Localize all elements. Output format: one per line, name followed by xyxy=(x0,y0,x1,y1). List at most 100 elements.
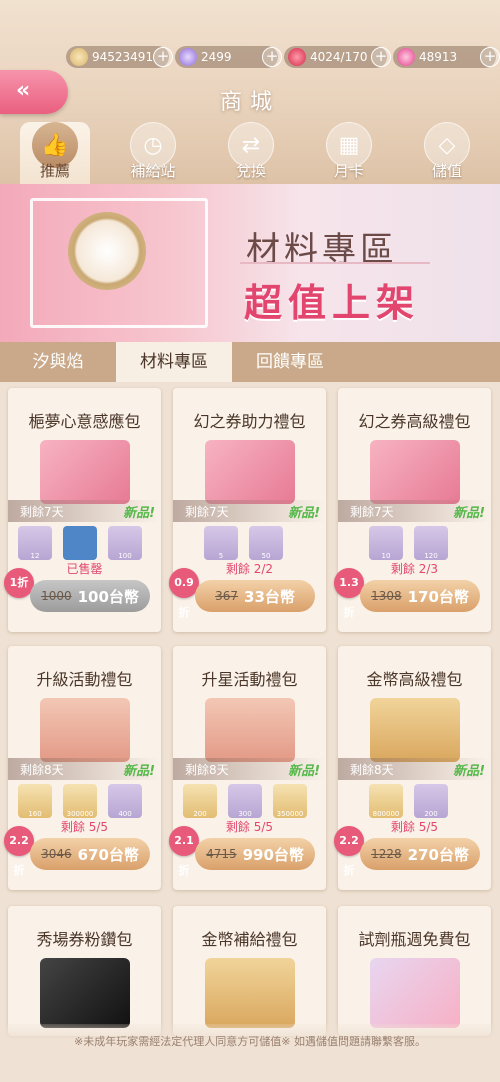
add-coin-button[interactable]: + xyxy=(153,47,173,67)
footer-notice: ※未成年玩家需經法定代理人同意方可儲值※ 如遇儲值問題請聯繫客服。 xyxy=(0,1024,500,1082)
old-price: 1000 xyxy=(41,589,72,603)
header: 94523491 + 2499 + 4024/170 + 48913 + « 商… xyxy=(0,0,500,185)
main-tabs: 👍 推薦 ◷ 補給站 ⇄ 兌換 ▦ 月卡 ◇ 儲值 xyxy=(0,122,500,184)
item-list: 200 300 350000 xyxy=(183,784,323,820)
clock-key-illustration-icon xyxy=(68,212,146,290)
tab-recommend[interactable]: 👍 推薦 xyxy=(20,122,90,184)
card-pack-image xyxy=(40,958,130,1028)
tab-topup[interactable]: ◇ 儲值 xyxy=(412,122,482,184)
sub-tabs: 汐與焰 材料專區 回饋專區 xyxy=(0,342,500,382)
product-name: 梔夢心意感應包 xyxy=(28,412,141,431)
remaining-days: 剩餘8天 xyxy=(20,763,64,777)
item-qty: 200 xyxy=(193,810,207,818)
resource-coin-value: 94523491 xyxy=(92,50,154,64)
add-heart-button[interactable]: + xyxy=(371,47,391,67)
remaining-strip: 剩餘8天 新品! xyxy=(338,758,491,780)
price: 170台幣 xyxy=(407,587,469,606)
tab-topup-label: 儲值 xyxy=(431,162,462,180)
resource-gem: 2499 + xyxy=(175,46,282,68)
ticket-item-icon[interactable]: 12 xyxy=(18,526,52,560)
tab-supply[interactable]: ◷ 補給站 xyxy=(118,122,188,184)
product-name: 秀場券粉鑽包 xyxy=(36,930,133,949)
material-item-icon[interactable]: 300 xyxy=(228,784,262,818)
resource-diamond-value: 48913 xyxy=(419,50,458,64)
gold-box-image xyxy=(370,698,460,762)
gold-coin-item-icon[interactable]: 300000 xyxy=(63,784,97,818)
price-button[interactable]: 1308 170台幣 xyxy=(360,580,480,612)
ticket-item-icon[interactable]: 5 xyxy=(204,526,238,560)
product-card[interactable]: 秀場券粉鑽包 xyxy=(8,906,161,1036)
product-card[interactable]: 升級活動禮包 剩餘8天 新品! 160 300000 400 剩餘 5/5 2.… xyxy=(4,646,161,890)
add-gem-button[interactable]: + xyxy=(262,47,282,67)
product-name: 升級活動禮包 xyxy=(36,670,133,689)
diamond-item-icon[interactable]: 200 xyxy=(414,784,448,818)
heart-icon xyxy=(288,48,306,66)
tab-exchange[interactable]: ⇄ 兌換 xyxy=(216,122,286,184)
item-list: 800000 200 xyxy=(369,784,500,820)
price-button[interactable]: 4715 990台幣 xyxy=(195,838,315,870)
new-badge: 新品! xyxy=(453,506,485,521)
gift-box-image xyxy=(40,698,130,762)
product-card[interactable]: 金幣高級禮包 剩餘8天 新品! 800000 200 剩餘 5/5 2.2折 1… xyxy=(334,646,491,890)
subtab-rewards[interactable]: 回饋專區 xyxy=(232,342,348,382)
gold-coin-item-icon[interactable]: 800000 xyxy=(369,784,403,818)
resource-diamond: 48913 + xyxy=(393,46,500,68)
product-name: 升星活動禮包 xyxy=(201,670,298,689)
resource-bar: 94523491 + 2499 + 4024/170 + 48913 + xyxy=(66,46,500,70)
diamond-item-icon[interactable]: 400 xyxy=(108,784,142,818)
item-list: 160 300000 400 xyxy=(18,784,158,820)
old-price: 1308 xyxy=(371,589,402,603)
tab-monthly-card[interactable]: ▦ 月卡 xyxy=(314,122,384,184)
add-diamond-button[interactable]: + xyxy=(480,47,500,67)
remaining-strip: 剩餘7天 新品! xyxy=(173,500,326,522)
price-button[interactable]: 367 33台幣 xyxy=(195,580,315,612)
price-button[interactable]: 1000 100台幣 xyxy=(30,580,150,612)
product-card[interactable]: 升星活動禮包 剩餘8天 新品! 200 300 350000 剩餘 5/5 2.… xyxy=(169,646,326,890)
new-badge: 新品! xyxy=(288,764,320,779)
banner-subtitle: 超值上架 xyxy=(244,281,421,325)
tab-monthly-card-label: 月卡 xyxy=(333,162,364,180)
product-card[interactable]: 幻之券助力禮包 剩餘7天 新品! 5 50 剩餘 2/2 0.9折 367 33台… xyxy=(169,388,326,632)
remaining-strip: 剩餘7天 新品! xyxy=(8,500,161,522)
old-price: 1228 xyxy=(371,847,402,861)
resource-heart: 4024/170 + xyxy=(284,46,391,68)
page-title: 商城 xyxy=(219,90,280,115)
price: 100台幣 xyxy=(77,587,139,606)
remaining-strip: 剩餘8天 新品! xyxy=(8,758,161,780)
subtab-materials[interactable]: 材料專區 xyxy=(116,342,232,382)
price-button[interactable]: 1228 270台幣 xyxy=(360,838,480,870)
remaining-days: 剩餘7天 xyxy=(185,505,229,519)
item-qty: 12 xyxy=(30,552,40,560)
remaining-days: 剩餘7天 xyxy=(20,505,64,519)
product-card[interactable]: 幻之券高級禮包 剩餘7天 新品! 10 120 剩餘 2/3 1.3折 1308… xyxy=(334,388,491,632)
gold-box-image xyxy=(205,958,295,1028)
tab-recommend-label: 推薦 xyxy=(39,162,70,180)
old-price: 3046 xyxy=(41,847,72,861)
product-name: 幻之券助力禮包 xyxy=(193,412,306,431)
subtab-tide-flame[interactable]: 汐與焰 xyxy=(0,342,116,382)
price: 270台幣 xyxy=(407,845,469,864)
item-list: 12 100 xyxy=(18,526,158,562)
product-card[interactable]: 梔夢心意感應包 剩餘7天 新品! 12 100 已售罄 1折 1000 100台幣 xyxy=(4,388,161,632)
price-button[interactable]: 3046 670台幣 xyxy=(30,838,150,870)
diamond-item-icon[interactable]: 50 xyxy=(249,526,283,560)
new-badge: 新品! xyxy=(123,506,155,521)
diamond-item-icon[interactable]: 120 xyxy=(414,526,448,560)
item-qty: 300000 xyxy=(66,810,94,818)
resource-coin: 94523491 + xyxy=(66,46,173,68)
product-card[interactable]: 試劑瓶週免費包 xyxy=(338,906,491,1036)
material-item-icon[interactable]: 160 xyxy=(18,784,52,818)
product-card[interactable]: 金幣補給禮包 xyxy=(173,906,326,1036)
price: 990台幣 xyxy=(242,845,304,864)
gold-coin-item-icon[interactable]: 350000 xyxy=(273,784,307,818)
tab-supply-label: 補給站 xyxy=(130,162,176,180)
item-qty: 300 xyxy=(238,810,252,818)
resource-heart-value: 4024/170 xyxy=(310,50,368,64)
ticket-item-icon[interactable]: 10 xyxy=(369,526,403,560)
gift-box-image xyxy=(205,698,295,762)
material-item-icon[interactable]: 200 xyxy=(183,784,217,818)
new-badge: 新品! xyxy=(123,764,155,779)
new-badge: 新品! xyxy=(288,506,320,521)
diamond-item-icon[interactable]: 100 xyxy=(108,526,142,560)
avatar-item-icon[interactable] xyxy=(63,526,97,560)
